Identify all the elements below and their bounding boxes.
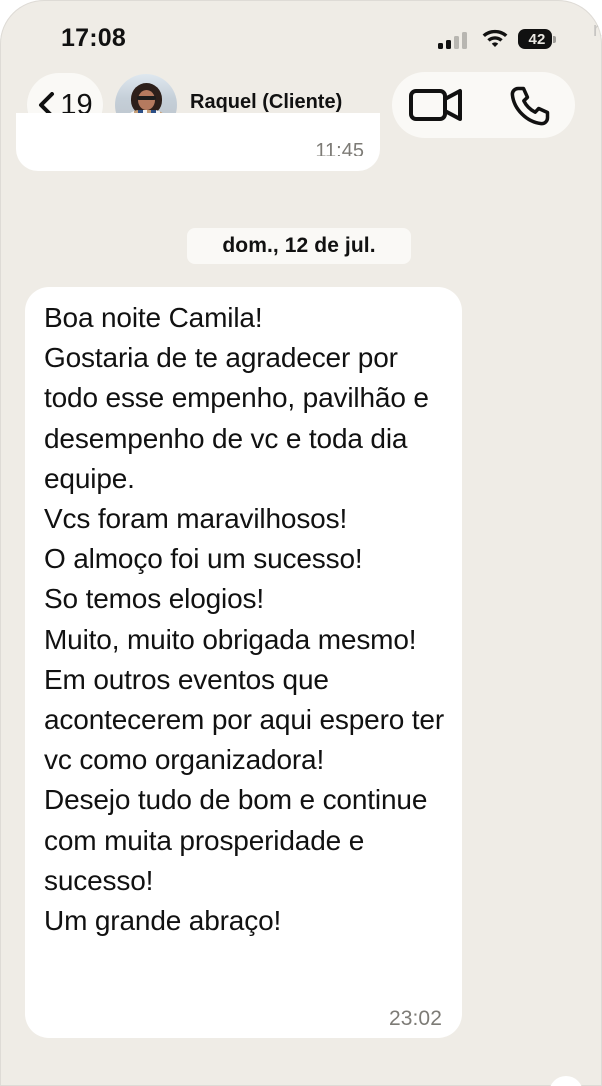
avatar-glasses: [137, 96, 156, 100]
previous-message-time: 11:45: [315, 141, 364, 156]
phone-icon[interactable]: [508, 84, 552, 128]
message-time: 23:02: [388, 1007, 442, 1030]
avatar-face: [138, 90, 155, 110]
scroll-button-fragment[interactable]: [549, 1076, 583, 1086]
date-separator: dom., 12 de jul.: [187, 228, 411, 264]
battery-icon: 42: [518, 29, 556, 49]
edge-fragment: n: [592, 19, 602, 41]
contact-name[interactable]: Raquel (Cliente): [190, 91, 342, 114]
call-actions: [392, 72, 575, 138]
wifi-icon: [482, 29, 508, 47]
cellular-signal-icon: [438, 31, 470, 49]
message-text: Boa noite Camila! Gostaria de te agradec…: [44, 302, 445, 937]
incoming-message-bubble[interactable]: Boa noite Camila! Gostaria de te agradec…: [25, 287, 462, 1038]
chat-screen: 17:08 42 n 19 Raquel (Cliente) 11:45 dom…: [0, 0, 602, 1086]
video-camera-icon[interactable]: [409, 86, 465, 124]
previous-message-bubble[interactable]: 11:45: [16, 113, 380, 171]
status-bar: 17:08 42 n: [0, 0, 602, 66]
status-time: 17:08: [61, 24, 126, 52]
